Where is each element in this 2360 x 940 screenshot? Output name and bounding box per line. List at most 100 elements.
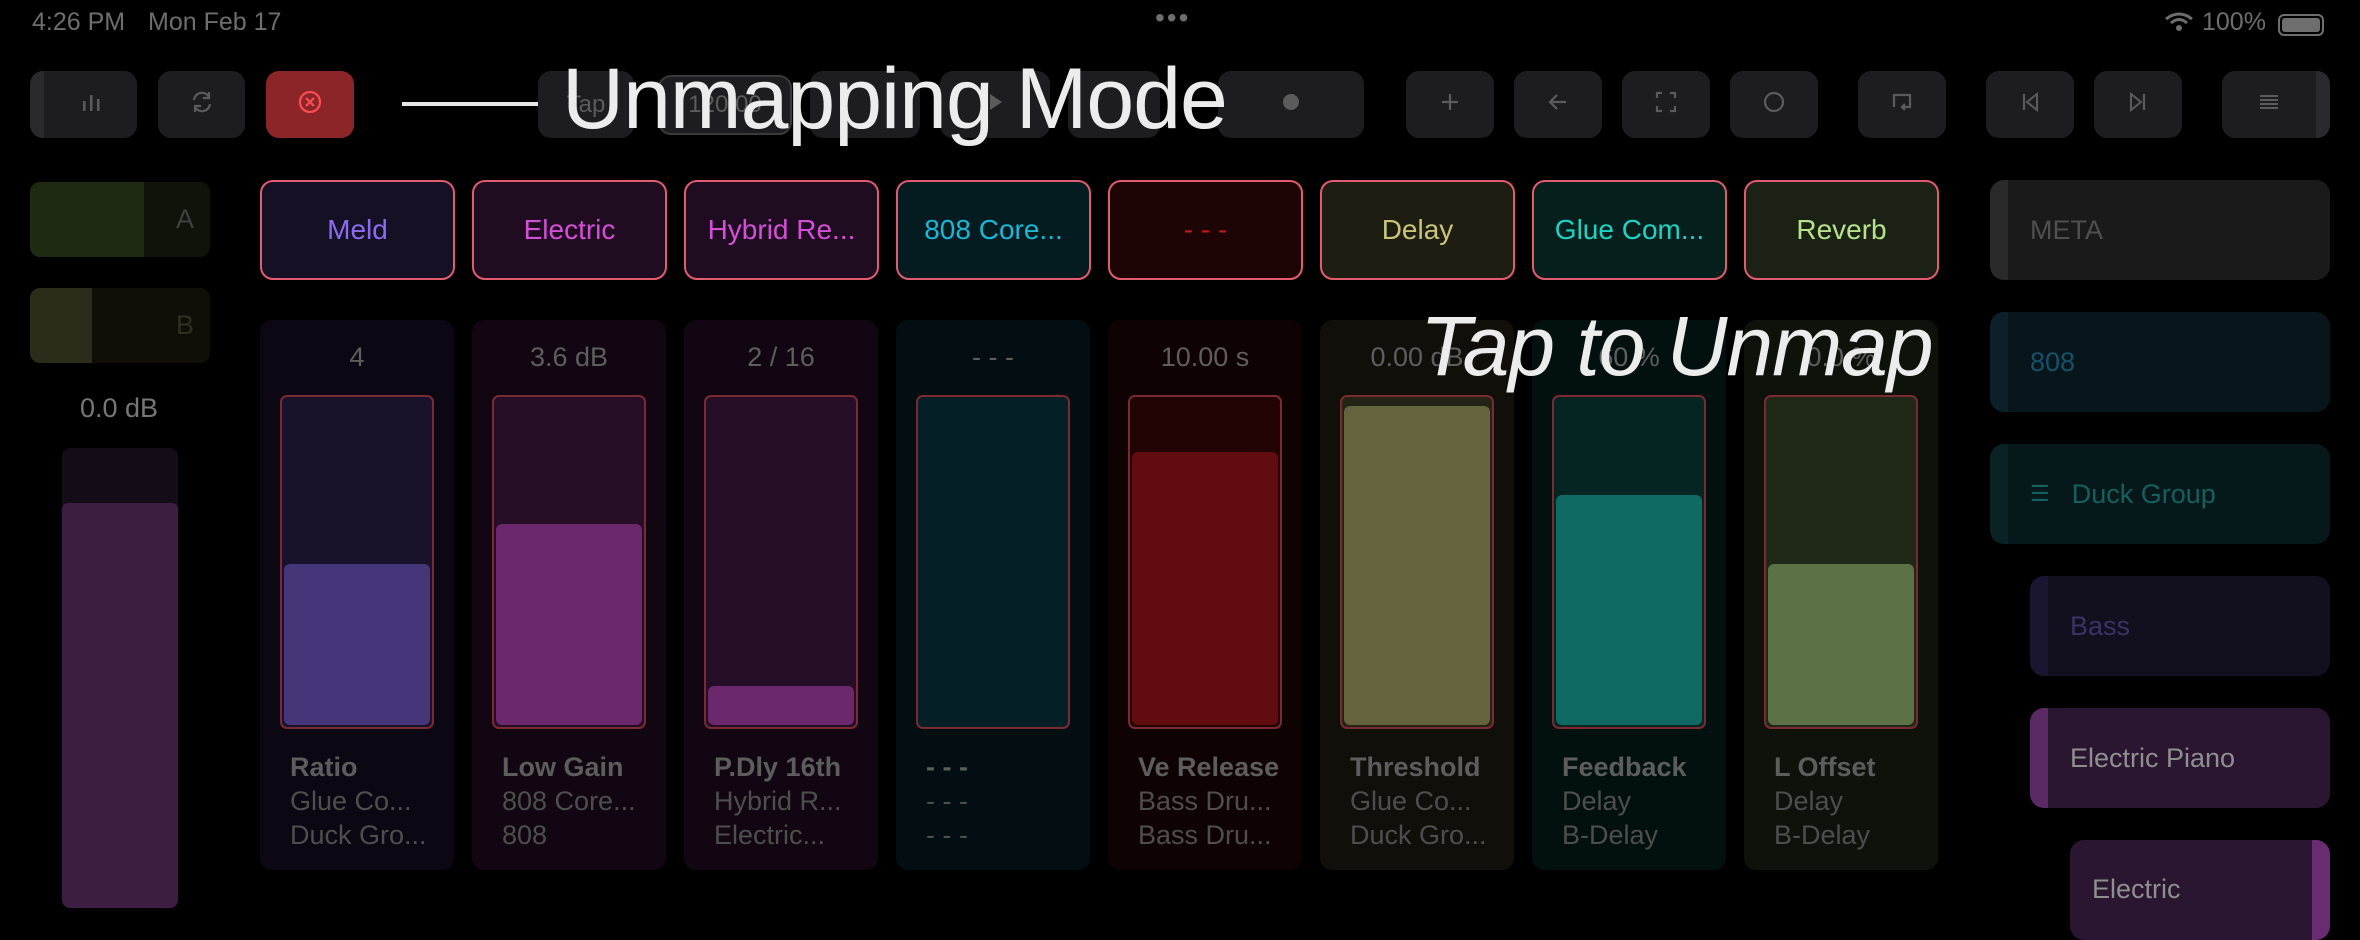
device-label: Delay	[1381, 214, 1454, 245]
device-button[interactable]: Reverb	[1744, 180, 1939, 280]
unmap-close-button[interactable]	[266, 71, 354, 138]
parameter-device: 808 Core...	[502, 786, 636, 816]
parameter-slider[interactable]	[492, 395, 646, 729]
parameter-slider[interactable]	[280, 395, 434, 729]
parameter-device: Hybrid R...	[714, 786, 842, 816]
menu-button[interactable]	[2222, 71, 2330, 138]
device-label: Glue Com...	[1554, 214, 1705, 245]
parameter-strip[interactable]: 3.6 dB Low Gain 808 Core... 808	[472, 320, 666, 870]
parameter-device: Glue Co...	[290, 786, 412, 816]
tap-to-unmap-hint: Tap to Unmap	[1420, 299, 1934, 393]
parameter-device: - - -	[926, 786, 968, 816]
multitask-dots[interactable]: •••	[1155, 2, 1190, 34]
parameter-strip[interactable]: 0.0 % L Offset Delay B-Delay	[1744, 320, 1938, 870]
skip-forward-button[interactable]	[2094, 71, 2182, 138]
track-b-label: B	[175, 310, 194, 340]
master-level-fader[interactable]	[62, 448, 178, 908]
parameter-slider[interactable]	[1128, 395, 1282, 729]
device-label: - - -	[1183, 214, 1228, 245]
device-button[interactable]: Glue Com...	[1532, 180, 1727, 280]
device-button[interactable]: 808 Core...	[896, 180, 1091, 280]
levels-icon	[78, 89, 104, 120]
skip-back-icon	[2017, 89, 2043, 120]
track-a-slot[interactable]: A	[30, 182, 210, 257]
parameter-slider[interactable]	[1764, 395, 1918, 729]
track-808-label: 808	[2030, 346, 2076, 377]
back-arrow-icon	[1545, 89, 1571, 120]
device-button[interactable]: Hybrid Re...	[684, 180, 879, 280]
parameter-device: Glue Co...	[1350, 786, 1472, 816]
parameter-slider-fill	[1556, 494, 1702, 725]
parameter-track: B-Delay	[1774, 820, 1871, 850]
device-button[interactable]: Meld	[260, 180, 455, 280]
parameter-slider-fill	[708, 686, 854, 725]
track-808-tile[interactable]: 808	[1990, 312, 2330, 412]
expand-button[interactable]	[1622, 71, 1710, 138]
sync-button[interactable]	[158, 71, 245, 138]
parameter-strip[interactable]: 2 / 16 P.Dly 16th Hybrid R... Electric...	[684, 320, 878, 870]
device-label: Hybrid Re...	[707, 214, 856, 245]
meta-tile[interactable]: META	[1990, 180, 2330, 280]
parameter-slider-fill	[496, 524, 642, 725]
record-button[interactable]	[1218, 71, 1364, 138]
device-button[interactable]: Delay	[1320, 180, 1515, 280]
parameter-track: Duck Gro...	[290, 820, 427, 850]
parameter-slider[interactable]	[1340, 395, 1494, 729]
track-a-label: A	[175, 204, 194, 234]
circle-icon	[1761, 89, 1787, 120]
parameter-track: - - -	[926, 820, 968, 850]
parameter-value: 10.00 s	[1160, 342, 1250, 372]
loop-icon	[1889, 89, 1915, 120]
wifi-icon	[2164, 12, 2194, 32]
parameter-track: B-Delay	[1562, 820, 1659, 850]
parameter-value: 3.6 dB	[529, 342, 609, 372]
parameter-name: Threshold	[1350, 752, 1481, 782]
parameter-name: L Offset	[1774, 752, 1876, 782]
parameter-name: P.Dly 16th	[714, 752, 842, 782]
parameter-strip[interactable]: 60 % Feedback Delay B-Delay	[1532, 320, 1726, 870]
device-button[interactable]: - - -	[1108, 180, 1303, 280]
plus-icon	[1437, 89, 1463, 120]
track-b-slot[interactable]: B	[30, 288, 210, 363]
parameter-device: Bass Dru...	[1138, 786, 1272, 816]
status-date: Mon Feb 17	[148, 8, 282, 36]
parameter-slider-fill	[1344, 405, 1490, 725]
electric-tile[interactable]: Electric	[2070, 840, 2330, 940]
status-time: 4:26 PM	[32, 8, 126, 36]
parameter-device: Delay	[1774, 786, 1844, 816]
parameter-info: Ve Release Bass Dru... Bass Dru...	[1138, 750, 1279, 852]
skip-back-button[interactable]	[1986, 71, 2074, 138]
parameter-info: Ratio Glue Co... Duck Gro...	[290, 750, 427, 852]
device-button[interactable]: Electric	[472, 180, 667, 280]
parameter-slider[interactable]	[704, 395, 858, 729]
electric-piano-tile[interactable]: Electric Piano	[2030, 708, 2330, 808]
circle-button[interactable]	[1730, 71, 1818, 138]
close-circle-icon	[297, 89, 323, 120]
duck-group-tile[interactable]: ☰ Duck Group	[1990, 444, 2330, 544]
parameter-value: 2 / 16	[747, 342, 815, 372]
parameter-slider[interactable]	[916, 395, 1070, 729]
parameter-track: 808	[502, 820, 548, 850]
levels-button[interactable]	[30, 71, 137, 138]
parameter-value: 4	[349, 342, 365, 372]
parameter-strip[interactable]: 10.00 s Ve Release Bass Dru... Bass Dru...	[1108, 320, 1302, 870]
parameter-track: Duck Gro...	[1350, 820, 1487, 850]
parameter-device: Delay	[1562, 786, 1632, 816]
parameter-slider[interactable]	[1552, 395, 1706, 729]
group-list-icon: ☰	[2030, 481, 2050, 506]
back-button[interactable]	[1514, 71, 1602, 138]
parameter-strip[interactable]: - - - - - - - - - - - -	[896, 320, 1090, 870]
device-label: Reverb	[1796, 214, 1887, 245]
parameter-name: Feedback	[1562, 752, 1687, 782]
parameter-name: Low Gain	[502, 752, 624, 782]
loop-button[interactable]	[1858, 71, 1946, 138]
bass-tile[interactable]: Bass	[2030, 576, 2330, 676]
parameter-strip[interactable]: 4 Ratio Glue Co... Duck Gro...	[260, 320, 454, 870]
parameter-info: L Offset Delay B-Delay	[1774, 750, 1876, 852]
parameter-strip[interactable]: 0.00 dB Threshold Glue Co... Duck Gro...	[1320, 320, 1514, 870]
meta-label: META	[2030, 214, 2103, 245]
pointer-line	[402, 102, 544, 106]
device-label: 808 Core...	[924, 214, 1063, 245]
add-button[interactable]	[1406, 71, 1494, 138]
parameter-info: Threshold Glue Co... Duck Gro...	[1350, 750, 1487, 852]
